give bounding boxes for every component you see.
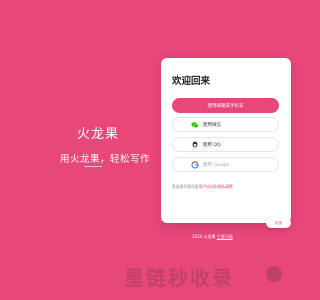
watermark-badge — [266, 266, 282, 282]
google-login-button[interactable]: 使用 Google — [172, 157, 279, 172]
footer-copyright: 2024 火龙果 — [192, 234, 216, 239]
terms-link[interactable]: 用户协议 — [199, 184, 214, 189]
google-icon — [191, 160, 199, 169]
qq-login-button[interactable]: 使用 QQ — [172, 137, 279, 152]
agreement-prefix: 登录即代表同意 — [172, 184, 199, 189]
login-title: 欢迎回来 — [172, 76, 211, 87]
email-phone-login-label: 使用邮箱或手机号 — [207, 103, 244, 109]
login-card: 欢迎回来 使用邮箱或手机号 使用微信 使用 QQ 使用 Google 登录即代表… — [161, 58, 291, 223]
brand-tagline: 用火龙果，轻松写作 — [60, 154, 151, 165]
wechat-icon — [191, 121, 199, 129]
google-login-label: 使用 Google — [203, 162, 230, 168]
qq-login-label: 使用 QQ — [203, 142, 221, 148]
privacy-link[interactable]: 隐私政策 — [218, 184, 233, 189]
qq-icon — [191, 141, 199, 149]
brand-title: 火龙果 — [77, 127, 120, 142]
tagline-divider — [84, 166, 102, 167]
wechat-login-label: 使用微信 — [203, 122, 221, 128]
wechat-login-button[interactable]: 使用微信 — [172, 117, 279, 132]
feedback-button[interactable]: 反馈 — [266, 218, 291, 228]
footer: 2024 火龙果 主要功能 — [192, 234, 233, 240]
agreement-text: 登录即代表同意用户协议和隐私政策 — [172, 184, 233, 190]
watermark-text: 星链秒收录 — [124, 266, 234, 290]
footer-link[interactable]: 主要功能 — [217, 234, 233, 239]
feedback-label: 反馈 — [275, 220, 282, 225]
email-phone-login-button[interactable]: 使用邮箱或手机号 — [172, 98, 279, 113]
